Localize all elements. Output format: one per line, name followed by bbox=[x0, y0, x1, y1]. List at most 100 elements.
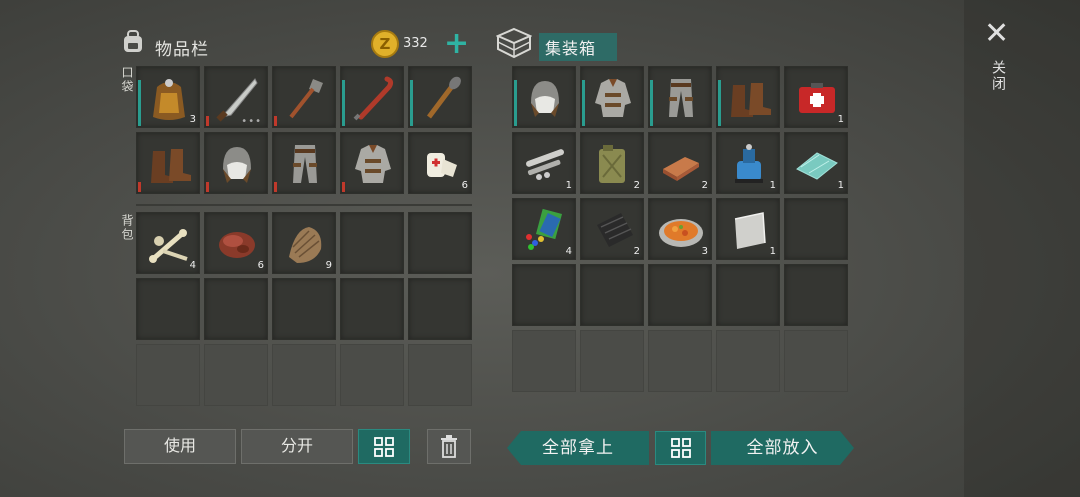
close-label: 关闭 bbox=[990, 60, 1006, 92]
durability-bar bbox=[138, 182, 141, 192]
durability-bar bbox=[514, 80, 517, 126]
armored-pants-icon bbox=[279, 139, 331, 189]
fur-pelt-icon bbox=[279, 219, 331, 269]
torch-club-icon bbox=[415, 73, 467, 123]
storage-viewport: 1 1 2 2 1 1 4 2 3 1 bbox=[512, 66, 852, 411]
sort-inventory-button[interactable] bbox=[358, 429, 410, 464]
inventory-slot[interactable] bbox=[512, 264, 576, 326]
bandage-icon bbox=[415, 139, 467, 189]
section-divider bbox=[136, 204, 472, 206]
raw-meat-icon bbox=[211, 219, 263, 269]
backpack-label: 背包 bbox=[120, 214, 134, 242]
inventory-slot[interactable] bbox=[340, 212, 404, 274]
inventory-slot[interactable] bbox=[272, 66, 336, 128]
inventory-slot[interactable] bbox=[716, 66, 780, 128]
inventory-slot[interactable] bbox=[580, 66, 644, 128]
put-all-button[interactable]: 全部放入 bbox=[711, 431, 854, 465]
grid-sort-icon bbox=[374, 437, 394, 457]
inventory-slot[interactable]: 3 bbox=[136, 66, 200, 128]
inventory-slot[interactable]: 6 bbox=[204, 212, 268, 274]
item-count: 1 bbox=[837, 180, 844, 191]
inventory-slot[interactable]: 1 bbox=[716, 198, 780, 260]
inventory-slot[interactable] bbox=[648, 264, 712, 326]
inventory-slot[interactable] bbox=[784, 264, 848, 326]
inventory-slot[interactable] bbox=[580, 264, 644, 326]
inventory-slot[interactable]: 4 bbox=[512, 198, 576, 260]
leather-boots-icon bbox=[723, 73, 775, 123]
inventory-slot[interactable]: 2 bbox=[648, 132, 712, 194]
inventory-slot[interactable]: 1 bbox=[716, 132, 780, 194]
item-count: 1 bbox=[837, 114, 844, 125]
rubber-sheet-icon bbox=[587, 205, 639, 255]
leather-boots-icon bbox=[143, 139, 195, 189]
pocket-label: 口袋 bbox=[120, 66, 134, 94]
stew-bowl-icon bbox=[655, 205, 707, 255]
empty-slot[interactable] bbox=[408, 344, 472, 406]
inventory-slot[interactable] bbox=[272, 278, 336, 340]
trash-button[interactable] bbox=[427, 429, 471, 464]
inventory-slot[interactable] bbox=[136, 278, 200, 340]
pocket-grid: 3 ••• 6 bbox=[136, 66, 472, 194]
empty-slot[interactable] bbox=[272, 344, 336, 406]
inventory-slot[interactable] bbox=[716, 264, 780, 326]
inventory-slot[interactable] bbox=[340, 278, 404, 340]
svg-text:Z: Z bbox=[380, 35, 391, 53]
inventory-slot[interactable]: 3 bbox=[648, 198, 712, 260]
inventory-slot[interactable] bbox=[512, 66, 576, 128]
add-coins-button[interactable]: + bbox=[444, 29, 469, 59]
close-button[interactable]: ✕ bbox=[984, 16, 1009, 51]
split-button[interactable]: 分开 bbox=[241, 429, 353, 464]
item-count: 9 bbox=[325, 260, 332, 271]
inventory-slot[interactable]: 6 bbox=[408, 132, 472, 194]
inventory-slot[interactable]: 1 bbox=[512, 132, 576, 194]
inventory-slot[interactable]: 2 bbox=[580, 132, 644, 194]
empty-slot[interactable] bbox=[648, 330, 712, 392]
inventory-slot[interactable]: 2 bbox=[580, 198, 644, 260]
bones-icon bbox=[143, 219, 195, 269]
durability-bar bbox=[274, 182, 277, 192]
inventory-slot[interactable]: 1 bbox=[784, 132, 848, 194]
inventory-slot[interactable] bbox=[648, 66, 712, 128]
jerry-can-icon bbox=[587, 139, 639, 189]
shovel-icon bbox=[279, 73, 331, 123]
empty-slot[interactable] bbox=[716, 330, 780, 392]
item-count: 1 bbox=[769, 246, 776, 257]
empty-slot[interactable] bbox=[580, 330, 644, 392]
metal-plate-icon bbox=[723, 205, 775, 255]
item-count: 4 bbox=[565, 246, 572, 257]
first-aid-kit-icon bbox=[791, 73, 843, 123]
put-all-label: 全部放入 bbox=[746, 438, 819, 458]
inventory-slot[interactable]: ••• bbox=[204, 66, 268, 128]
empty-slot[interactable] bbox=[204, 344, 268, 406]
sort-storage-button[interactable] bbox=[655, 431, 706, 465]
loot-bag-icon bbox=[143, 73, 195, 123]
inventory-slot[interactable] bbox=[272, 132, 336, 194]
inventory-slot[interactable] bbox=[204, 278, 268, 340]
inventory-slot[interactable]: 4 bbox=[136, 212, 200, 274]
inventory-slot[interactable] bbox=[408, 212, 472, 274]
grid-sort-icon bbox=[670, 438, 691, 458]
copper-ingot-icon bbox=[655, 139, 707, 189]
armored-jacket-icon bbox=[587, 73, 639, 123]
inventory-slot[interactable] bbox=[784, 198, 848, 260]
durability-bar bbox=[650, 80, 653, 126]
durability-bar bbox=[342, 182, 345, 192]
inventory-slot[interactable] bbox=[204, 132, 268, 194]
container-icon bbox=[495, 27, 533, 63]
inventory-slot[interactable] bbox=[340, 132, 404, 194]
inventory-slot[interactable]: 1 bbox=[784, 66, 848, 128]
inventory-slot[interactable] bbox=[136, 132, 200, 194]
item-count: 1 bbox=[565, 180, 572, 191]
empty-slot[interactable] bbox=[340, 344, 404, 406]
inventory-title: 物品栏 bbox=[155, 40, 209, 60]
inventory-slot[interactable]: 9 bbox=[272, 212, 336, 274]
inventory-slot[interactable] bbox=[340, 66, 404, 128]
inventory-slot[interactable] bbox=[408, 66, 472, 128]
empty-slot[interactable] bbox=[784, 330, 848, 392]
item-count: 4 bbox=[189, 260, 196, 271]
take-all-button[interactable]: 全部拿上 bbox=[507, 431, 649, 465]
inventory-slot[interactable] bbox=[408, 278, 472, 340]
use-button[interactable]: 使用 bbox=[124, 429, 236, 464]
empty-slot[interactable] bbox=[512, 330, 576, 392]
empty-slot[interactable] bbox=[136, 344, 200, 406]
